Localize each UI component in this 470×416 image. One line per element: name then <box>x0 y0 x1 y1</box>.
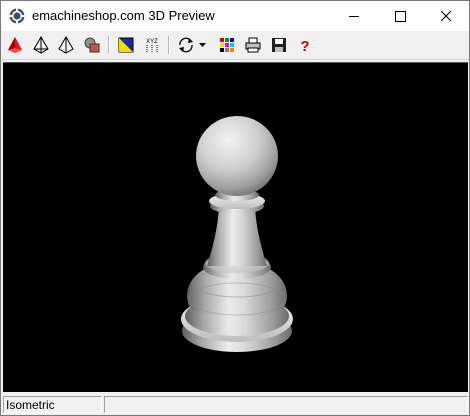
print-icon <box>245 37 261 53</box>
view-mode-pane: Isometric <box>3 396 102 413</box>
maximize-icon <box>395 11 406 22</box>
material-view-icon <box>84 37 100 53</box>
background-color-icon <box>118 37 134 53</box>
solid-view-icon <box>8 37 22 53</box>
minimize-button[interactable] <box>331 1 377 31</box>
color-palette-button[interactable] <box>217 35 237 55</box>
wireframe-view-button[interactable] <box>31 35 51 55</box>
print-button[interactable] <box>243 35 263 55</box>
status-bar: Isometric <box>1 393 469 415</box>
svg-text:?: ? <box>300 38 309 54</box>
axes-button[interactable]: XYZ <box>142 35 162 55</box>
hidden-line-view-icon <box>58 36 74 54</box>
save-button[interactable] <box>269 35 289 55</box>
close-button[interactable] <box>423 1 469 31</box>
toolbar: XYZ ? <box>1 31 469 60</box>
wireframe-view-icon <box>33 36 49 54</box>
chess-pawn-model <box>181 116 293 352</box>
maximize-button[interactable] <box>377 1 423 31</box>
help-button[interactable]: ? <box>295 35 315 55</box>
rotate-icon <box>179 37 193 53</box>
solid-view-button[interactable] <box>5 35 25 55</box>
hidden-line-view-button[interactable] <box>56 35 76 55</box>
emachineshop-gear-icon[interactable] <box>9 8 25 24</box>
axes-icon: XYZ <box>146 39 158 52</box>
material-view-button[interactable] <box>82 35 102 55</box>
background-color-button[interactable] <box>116 35 136 55</box>
title-bar[interactable]: emachineshop.com 3D Preview <box>1 1 469 31</box>
toolbar-separator <box>108 36 109 54</box>
save-icon <box>272 38 286 52</box>
toolbar-separator <box>168 36 169 54</box>
pawn-stem <box>207 206 267 266</box>
view-mode-label: Isometric <box>6 398 55 412</box>
window-title: emachineshop.com 3D Preview <box>32 8 215 23</box>
help-icon: ? <box>300 38 309 54</box>
rotate-dropdown-button[interactable] <box>197 35 209 55</box>
pawn-head <box>196 116 278 196</box>
color-palette-icon <box>220 38 234 52</box>
close-icon <box>440 10 452 22</box>
minimize-icon <box>349 16 359 17</box>
rotate-button[interactable] <box>176 35 196 55</box>
3d-viewport[interactable] <box>3 62 468 392</box>
preview-window: emachineshop.com 3D Preview XYZ ? Isomet… <box>0 0 470 416</box>
svg-text:XYZ: XYZ <box>146 39 158 45</box>
status-message-pane <box>104 396 468 413</box>
rotate-dropdown-icon <box>199 43 206 47</box>
